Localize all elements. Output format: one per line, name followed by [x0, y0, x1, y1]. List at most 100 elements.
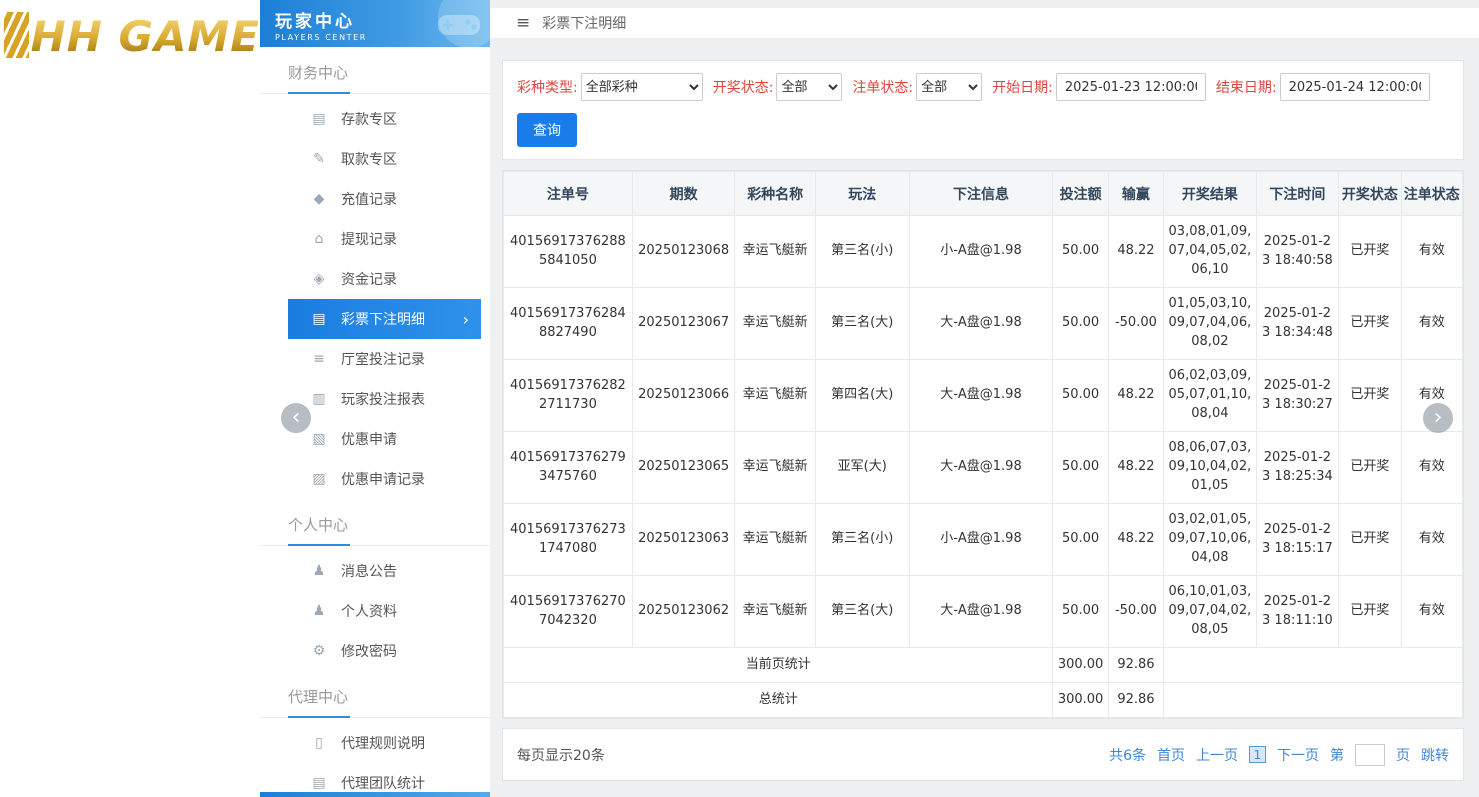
cell-bet-amount: 50.00 [1053, 216, 1108, 288]
cell-bet-status: 有效 [1401, 432, 1462, 504]
stats-book-icon: ▤ [310, 775, 328, 791]
summary-label: 当前页统计 [504, 648, 1053, 683]
summary-bet-amount: 300.00 [1053, 648, 1108, 683]
sidebar-item-deposit-zone[interactable]: ▤存款专区 [288, 99, 481, 139]
pagination-bar: 每页显示20条 共6条 首页 上一页 1 下一页 第 页 跳转 [502, 728, 1464, 781]
summary-win-loss: 92.86 [1108, 648, 1163, 683]
cell-period: 20250123062 [632, 576, 735, 648]
cell-bet-info: 小-A盘@1.98 [909, 504, 1053, 576]
sidebar-item-label: 彩票下注明细 [341, 309, 425, 329]
sidebar-item-withdrawal-records[interactable]: ⌂ 提现记录 [288, 219, 481, 259]
cell-play-type: 亚军(大) [815, 432, 909, 504]
cell-lottery-name: 幸运飞艇新 [735, 504, 816, 576]
sidebar-item-messages[interactable]: ♟ 消息公告 [288, 551, 481, 591]
cell-lottery-name: 幸运飞艇新 [735, 360, 816, 432]
col-header-bet-id: 注单号 [504, 172, 633, 216]
cell-win-loss: -50.00 [1108, 576, 1163, 648]
cell-bet-time: 2025-01-23 18:25:34 [1256, 432, 1339, 504]
logo-text: HH GAME [31, 12, 260, 61]
cell-period: 20250123063 [632, 504, 735, 576]
total-count: 共6条 [1109, 745, 1146, 765]
cell-draw-result: 08,06,07,03,09,10,04,02,01,05 [1164, 432, 1257, 504]
cell-draw-result: 06,02,03,09,05,07,01,10,08,04 [1164, 360, 1257, 432]
sidebar-item-promo-apply[interactable]: ▧优惠申请 [288, 419, 481, 459]
cell-bet-info: 大-A盘@1.98 [909, 576, 1053, 648]
bet-table: 注单号期数彩种名称玩法下注信息投注额输赢开奖结果下注时间开奖状态注单状态 401… [503, 171, 1463, 718]
table-row: 40156917376273174708020250123063幸运飞艇新第三名… [504, 504, 1463, 576]
scroll-left-arrow[interactable]: ‹ [281, 403, 311, 433]
sidebar-item-player-bet-report[interactable]: ▥玩家投注报表 [288, 379, 481, 419]
main-content: ≡ 彩票下注明细 彩种类型: 全部彩种 开奖状态: 全部 注单状态: 全部 [490, 0, 1479, 797]
sidebar-item-label: 资金记录 [341, 269, 397, 289]
sidebar-item-change-password[interactable]: ⚙修改密码 [288, 631, 481, 671]
scroll-right-arrow[interactable]: › [1423, 403, 1453, 433]
cell-draw-result: 03,08,01,09,07,04,05,02,06,10 [1164, 216, 1257, 288]
sidebar-item-label: 优惠申请 [341, 429, 397, 449]
cell-bet-id: 401569173762885841050 [504, 216, 633, 288]
withdrawal-records-icon: ⌂ [310, 231, 328, 247]
sidebar-item-label: 消息公告 [341, 561, 397, 581]
cell-bet-time: 2025-01-23 18:30:27 [1256, 360, 1339, 432]
cell-lottery-name: 幸运飞艇新 [735, 288, 816, 360]
bet-status-select[interactable]: 全部 [916, 73, 982, 101]
sidebar-item-withdraw-zone[interactable]: ✎取款专区 [288, 139, 481, 179]
sidebar-item-label: 代理团队统计 [341, 773, 425, 793]
current-page[interactable]: 1 [1249, 746, 1266, 763]
sidebar-item-lottery-bet-details[interactable]: ▤彩票下注明细› [288, 299, 481, 339]
next-page-link[interactable]: 下一页 [1277, 745, 1319, 765]
sidebar-item-funds-records[interactable]: ◈资金记录 [288, 259, 481, 299]
lottery-type-select[interactable]: 全部彩种 [581, 73, 703, 101]
sidebar-section-title: 代理中心 [260, 671, 490, 718]
cell-bet-amount: 50.00 [1053, 288, 1108, 360]
col-header-bet-amount: 投注额 [1053, 172, 1108, 216]
col-header-play-type: 玩法 [815, 172, 909, 216]
cell-bet-info: 大-A盘@1.98 [909, 360, 1053, 432]
start-date-input[interactable] [1056, 73, 1206, 101]
cell-win-loss: 48.22 [1108, 360, 1163, 432]
page-size-text: 每页显示20条 [517, 745, 605, 765]
cell-play-type: 第四名(大) [815, 360, 909, 432]
end-date-input[interactable] [1280, 73, 1430, 101]
menu-toggle-icon[interactable]: ≡ [516, 15, 530, 32]
hall-bet-records-icon: ≡ [310, 351, 328, 367]
gamepad-icon [436, 9, 482, 43]
col-header-bet-time: 下注时间 [1256, 172, 1339, 216]
announcement-icon: ♟ [310, 563, 328, 579]
draw-status-select[interactable]: 全部 [776, 73, 842, 101]
sidebar-item-recharge-records[interactable]: ◆充值记录 [288, 179, 481, 219]
cell-bet-time: 2025-01-23 18:40:58 [1256, 216, 1339, 288]
recharge-records-icon: ◆ [310, 191, 328, 207]
cell-win-loss: -50.00 [1108, 288, 1163, 360]
cell-win-loss: 48.22 [1108, 504, 1163, 576]
cell-lottery-name: 幸运飞艇新 [735, 576, 816, 648]
summary-label: 总统计 [504, 683, 1053, 718]
search-button[interactable]: 查询 [517, 113, 577, 147]
table-row: 40156917376288584105020250123068幸运飞艇新第三名… [504, 216, 1463, 288]
sidebar-item-hall-bet-records[interactable]: ≡厅室投注记录 [288, 339, 481, 379]
first-page-link[interactable]: 首页 [1157, 745, 1185, 765]
sidebar-item-agent-rules[interactable]: ▯代理规则说明 [288, 723, 481, 763]
cell-bet-info: 大-A盘@1.98 [909, 288, 1053, 360]
sidebar-item-promo-apply-records[interactable]: ▨优惠申请记录 [288, 459, 481, 499]
cell-play-type: 第三名(小) [815, 504, 909, 576]
prev-page-link[interactable]: 上一页 [1196, 745, 1238, 765]
profile-icon: ♟ [310, 603, 328, 619]
sidebar-item-label: 个人资料 [341, 601, 397, 621]
jump-page-input[interactable] [1355, 744, 1385, 766]
topbar: ≡ 彩票下注明细 [490, 8, 1479, 38]
lottery-bet-details-icon: ▤ [310, 311, 328, 327]
cell-bet-time: 2025-01-23 18:15:17 [1256, 504, 1339, 576]
sidebar-item-label: 提现记录 [341, 229, 397, 249]
jump-button[interactable]: 跳转 [1421, 745, 1449, 765]
table-row: 40156917376279347576020250123065幸运飞艇新亚军(… [504, 432, 1463, 504]
page: HH GAME 玩家中心 PLAYERS CENTER 财务中心▤存款专区✎取款… [0, 0, 1479, 797]
player-report-icon: ▥ [310, 391, 328, 407]
cell-bet-id: 401569173762731747080 [504, 504, 633, 576]
cell-bet-time: 2025-01-23 18:34:48 [1256, 288, 1339, 360]
summary-bet-amount: 300.00 [1053, 683, 1108, 718]
sidebar-item-profile[interactable]: ♟ 个人资料 [288, 591, 481, 631]
sidebar-section-title: 个人中心 [260, 499, 490, 546]
filter-panel: 彩种类型: 全部彩种 开奖状态: 全部 注单状态: 全部 开始日期: 结束日期: [502, 60, 1464, 160]
cell-bet-amount: 50.00 [1053, 432, 1108, 504]
cell-period: 20250123067 [632, 288, 735, 360]
